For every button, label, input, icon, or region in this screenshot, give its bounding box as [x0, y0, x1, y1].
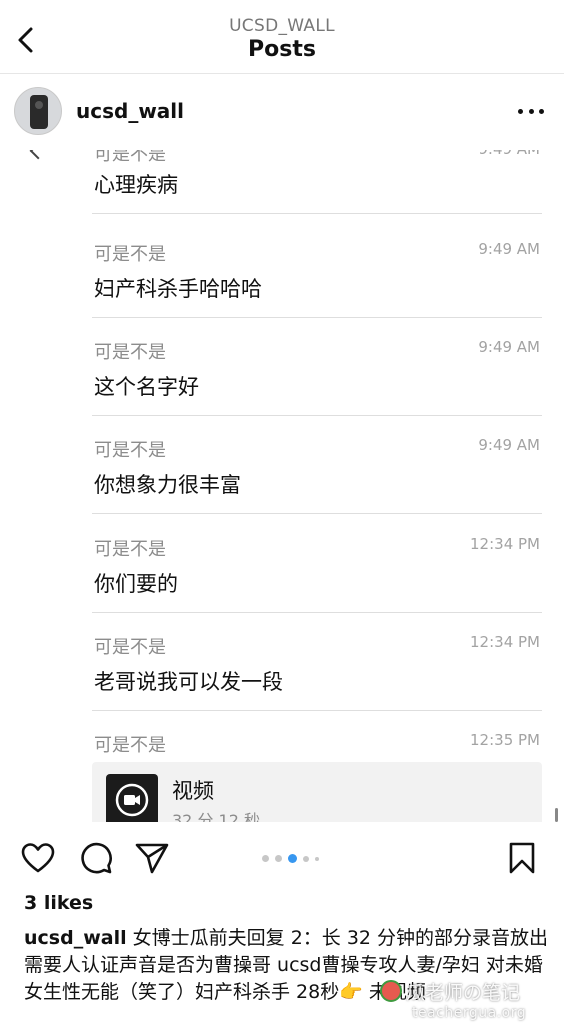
avatar[interactable]	[14, 87, 62, 135]
message-time: 9:49 AM	[478, 150, 540, 158]
caption-username[interactable]: ucsd_wall	[24, 927, 127, 949]
message-text: 妇产科杀手哈哈哈	[94, 277, 262, 301]
scroll-indicator	[555, 808, 558, 822]
more-options-button[interactable]	[518, 109, 544, 115]
message-text: 心理疾病	[94, 173, 178, 197]
message-time: 9:49 AM	[478, 338, 540, 356]
comment-icon	[81, 842, 112, 874]
video-camera-icon	[115, 783, 149, 817]
message-sender: 可是不是	[94, 539, 166, 560]
carousel-dot	[315, 856, 319, 861]
page-title: Posts	[248, 37, 316, 62]
post-action-bar	[0, 830, 564, 886]
bookmark-icon	[509, 842, 535, 874]
post-author-header: ucsd_wall	[0, 75, 564, 150]
video-thumbnail	[106, 774, 158, 822]
message-time: 12:35 PM	[470, 731, 540, 749]
video-title: 视频	[172, 779, 214, 803]
carousel-dot-active	[288, 854, 297, 863]
account-subtitle: UCSD_WALL	[229, 16, 335, 36]
save-button[interactable]	[504, 840, 540, 876]
message-sender: 可是不是	[94, 244, 166, 265]
message-sender: 可是不是	[94, 440, 166, 461]
message-sender: 可是不是	[94, 342, 166, 363]
message-text: 你们要的	[94, 572, 178, 596]
send-icon	[135, 843, 169, 874]
chat-message: 可是不是 9:49 AM 妇产科杀手哈哈哈	[92, 220, 542, 318]
partial-back-arrow	[29, 150, 43, 160]
heart-icon	[21, 843, 55, 873]
message-text: 你想象力很丰富	[94, 473, 241, 497]
video-duration: 32 分 12 秒	[172, 811, 260, 822]
chat-message: 可是不是 12:34 PM 你们要的	[92, 515, 542, 613]
message-text: 这个名字好	[94, 375, 199, 399]
chat-message: 可是不是 12:34 PM 老哥说我可以发一段	[92, 613, 542, 711]
video-attachment[interactable]: 视频 32 分 12 秒	[92, 762, 542, 822]
more-horizontal-icon	[518, 109, 523, 114]
message-sender: 可是不是	[94, 637, 166, 658]
message-time: 9:49 AM	[478, 436, 540, 454]
chat-message: 可是不是 9:49 AM 这个名字好	[92, 318, 542, 416]
carousel-dot	[275, 855, 282, 862]
chat-message: 可是不是 9:49 AM 你想象力很丰富	[92, 416, 542, 514]
top-navigation-bar: UCSD_WALL Posts	[0, 0, 564, 74]
message-time: 12:34 PM	[470, 535, 540, 553]
message-sender: 可是不是	[94, 150, 166, 165]
like-button[interactable]	[20, 840, 56, 876]
carousel-dot	[303, 855, 309, 862]
message-time: 12:34 PM	[470, 633, 540, 651]
share-button[interactable]	[134, 840, 170, 876]
message-sender: 可是不是	[94, 735, 166, 756]
chat-message: 可是不是 9:49 AM 心理疾病	[92, 150, 542, 214]
comment-button[interactable]	[78, 840, 114, 876]
carousel-dot	[262, 855, 269, 862]
carousel-indicator	[262, 854, 319, 863]
post-caption: ucsd_wall 女博士瓜前夫回复 2：长 32 分钟的部分录音放出 需要人认…	[24, 925, 550, 1006]
post-image[interactable]: 可是不是 9:49 AM 心理疾病 可是不是 9:49 AM 妇产科杀手哈哈哈 …	[0, 150, 564, 822]
watermark-url: teachergua.org	[412, 1005, 527, 1021]
message-time: 9:49 AM	[478, 240, 540, 258]
likes-count[interactable]: 3 likes	[24, 892, 93, 914]
author-username[interactable]: ucsd_wall	[76, 99, 184, 123]
message-text: 老哥说我可以发一段	[94, 670, 283, 694]
